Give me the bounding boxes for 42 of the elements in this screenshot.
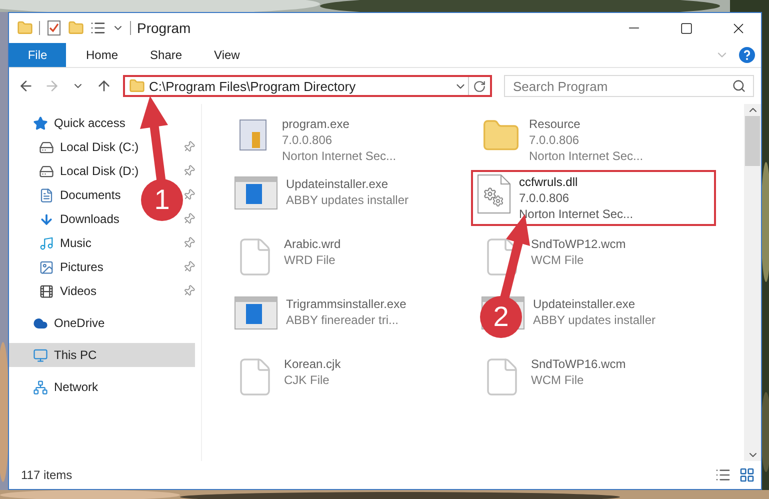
ribbon-tab[interactable]: View [198, 43, 256, 67]
address-bar[interactable]: C:\Program Files\Program Directory [123, 75, 492, 97]
file-detail: ABBY updates installer [286, 192, 409, 208]
file-detail: 7.0.0.806 [282, 132, 334, 148]
sidebar-item[interactable]: Videos [9, 279, 100, 303]
sidebar-item[interactable]: Network [9, 375, 195, 399]
sidebar-item[interactable]: Documents [9, 183, 125, 207]
file-name[interactable]: Updateinstaller.exe [533, 296, 656, 312]
file-detail: ABBY updates installer [533, 312, 656, 328]
sidebar-item[interactable]: Pictures [9, 255, 108, 279]
window-title: Program [137, 20, 192, 36]
file-detail: 7.0.0.806 [529, 132, 580, 148]
file-detail: WCM File [531, 252, 585, 268]
file-detail: Norton Internet Sec... [282, 148, 396, 164]
file-detail: WCM File [531, 372, 585, 388]
file-detail: Norton Internet Sec... [519, 206, 634, 222]
sidebar-item[interactable]: Local Disk (D:) [9, 159, 143, 183]
sidebar-item[interactable]: This PC [9, 343, 195, 367]
sidebar-item[interactable]: Local Disk (C:) [9, 135, 143, 159]
sidebar-item[interactable]: Music [9, 231, 96, 255]
file-detail: 7.0.0.806 [519, 190, 570, 206]
file-name[interactable]: ccfwruls.dll [519, 174, 634, 190]
file-name[interactable]: Resource [529, 116, 644, 132]
file-name[interactable]: Korean.cjk [284, 356, 341, 372]
file-menu-tab[interactable]: File [9, 43, 66, 67]
ribbon-tab[interactable]: Share [134, 43, 198, 67]
ribbon-tab[interactable]: Home [70, 43, 134, 67]
file-name[interactable]: program.exe [282, 116, 396, 132]
file-detail: Norton Internet Sec... [529, 148, 644, 164]
sidebar-item[interactable]: Downloads [9, 207, 124, 231]
file-name[interactable]: SndToWP12.wcm [531, 236, 626, 252]
file-detail: CJK File [284, 372, 330, 388]
file-name[interactable]: Trigrammsinstaller.exe [286, 296, 406, 312]
file-name[interactable]: Updateinstaller.exe [286, 176, 409, 192]
file-detail: ABBY finereader tri... [286, 312, 400, 328]
sidebar-item[interactable]: Quick access [9, 111, 195, 135]
file-name[interactable]: SndToWP16.wcm [531, 356, 626, 372]
sidebar-item[interactable]: OneDrive [9, 311, 195, 335]
file-detail: WRD File [284, 252, 336, 268]
item-count: 117 items [21, 468, 74, 482]
file-name[interactable]: Arabic.wrd [284, 236, 341, 252]
search-field[interactable]: Search Program [504, 75, 754, 97]
